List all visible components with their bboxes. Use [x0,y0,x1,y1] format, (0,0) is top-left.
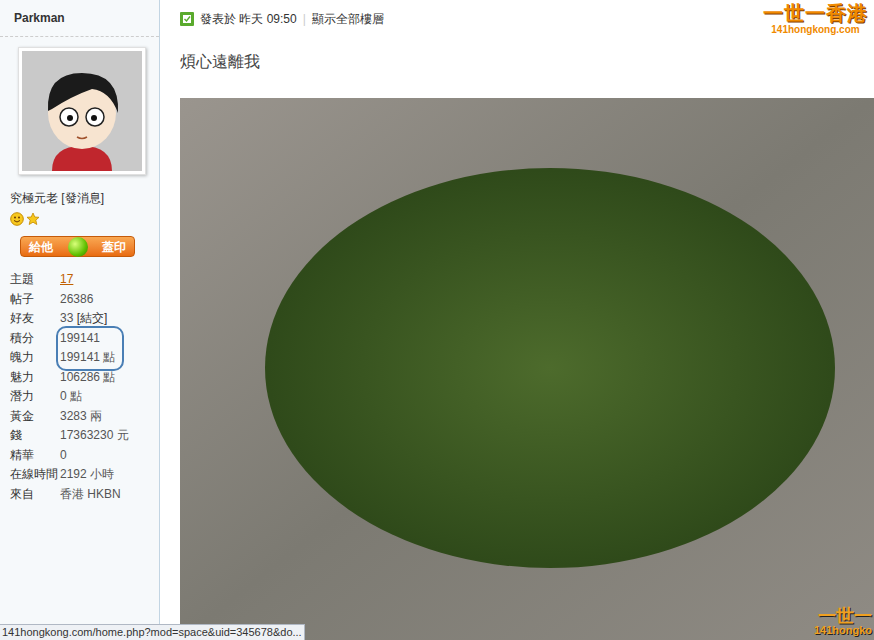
stamp-button[interactable]: 給他蓋印 [20,236,135,257]
rank-icons [0,211,159,227]
stat-label: 黃金 [10,407,60,427]
post-time: 發表於 昨天 09:50 [200,10,297,28]
stat-value[interactable]: 17 [60,270,73,290]
highlight-circle [56,326,124,371]
watermark-logo: 一世一141hongko [814,607,872,636]
stat-label: 魄力 [10,348,60,368]
post-photo[interactable]: 一世一141hongko [180,98,874,640]
post-icon [180,12,194,26]
stat-label: 潛力 [10,387,60,407]
stat-value: 0 [60,446,67,466]
stat-row: 魅力106286 點 [10,368,149,388]
post-title: 煩心遠離我 [180,52,874,72]
stat-value: 199141 [60,329,100,349]
avatar[interactable] [18,47,146,175]
stat-value: 106286 點 [60,368,115,388]
stat-value: 199141 點 [60,348,115,368]
stat-row: 魄力199141 點 [10,348,149,368]
stat-row: 在線時間2192 小時 [10,465,149,485]
stat-row: 好友33 [結交] [10,309,149,329]
stat-label: 錢 [10,426,60,446]
show-all-floors-link[interactable]: 顯示全部樓層 [312,10,384,28]
stat-row: 積分199141 [10,329,149,349]
stat-row: 來自香港 HKBN [10,485,149,505]
stat-value: 2192 小時 [60,465,114,485]
stat-value: 0 點 [60,387,82,407]
stat-row: 潛力0 點 [10,387,149,407]
stat-extra-link[interactable]: [結交] [73,311,107,325]
avatar-icon[interactable] [22,51,142,171]
page: Parkman 究極元老 [發消息] 給他蓋印主題17帖子26386好友33 [結交… [0,0,874,640]
status-bar: 141hongkong.com/home.php?mod=space&uid=3… [0,624,305,640]
stat-row: 錢17363230 元 [10,426,149,446]
site-logo[interactable]: 一世一香港141hongkong.com [763,3,868,35]
green-ball-icon [68,237,88,257]
post-header: 發表於 昨天 09:50|顯示全部樓層一世一香港141hongkong.com [180,0,874,38]
star-icon [26,212,40,226]
stat-label: 積分 [10,329,60,349]
post-content: 發表於 昨天 09:50|顯示全部樓層一世一香港141hongkong.com煩… [160,0,874,640]
stat-value: 17363230 元 [60,426,129,446]
stat-row: 主題17 [10,270,149,290]
stat-row: 精華0 [10,446,149,466]
user-stats: 主題17帖子26386好友33 [結交]積分199141魄力199141 點魅力… [0,270,159,504]
stat-value: 香港 HKBN [60,485,121,505]
stat-row: 帖子26386 [10,290,149,310]
stat-value: 3283 兩 [60,407,102,427]
username[interactable]: Parkman [0,0,159,37]
stat-value: 33 [結交] [60,309,107,329]
stat-label: 在線時間 [10,465,60,485]
smiley-icon [10,212,24,226]
stat-label: 帖子 [10,290,60,310]
stat-value: 26386 [60,290,93,310]
stat-label: 精華 [10,446,60,466]
send-message-link[interactable]: [發消息] [61,191,104,205]
user-rank: 究極元老 [發消息] [0,189,159,207]
stat-label: 主題 [10,270,60,290]
user-sidebar: Parkman 究極元老 [發消息] 給他蓋印主題17帖子26386好友33 [結交… [0,0,160,640]
stat-label: 好友 [10,309,60,329]
stat-label: 魅力 [10,368,60,388]
stat-row: 黃金3283 兩 [10,407,149,427]
stat-label: 來自 [10,485,60,505]
